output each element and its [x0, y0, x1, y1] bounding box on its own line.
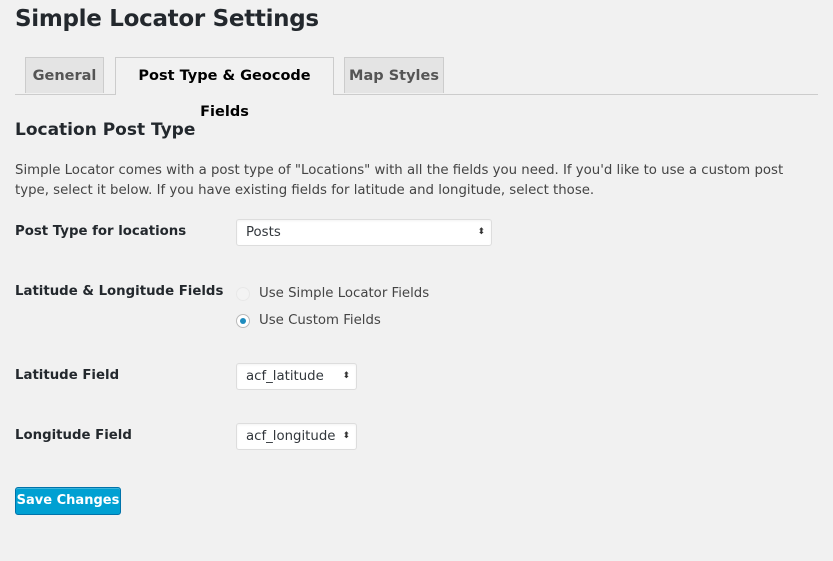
longitude-field-select[interactable]: acf_longitude ⬍ — [236, 423, 357, 450]
radio-label: Use Simple Locator Fields — [259, 286, 430, 301]
radio-use-simple-locator-fields[interactable]: Use Simple Locator Fields — [236, 286, 429, 301]
radio-button[interactable] — [236, 313, 250, 328]
longitude-field-value: acf_longitude — [246, 429, 336, 444]
latitude-field-select[interactable]: acf_latitude ⬍ — [236, 363, 357, 390]
post-type-select[interactable]: Posts ⬍ — [236, 219, 492, 246]
radio-use-custom-fields[interactable]: Use Custom Fields — [236, 313, 381, 328]
page-title: Simple Locator Settings — [15, 6, 319, 32]
tab-general[interactable]: General — [25, 57, 104, 93]
select-arrows-icon: ⬍ — [477, 227, 485, 237]
select-arrows-icon: ⬍ — [342, 431, 350, 441]
latitude-field-value: acf_latitude — [246, 369, 324, 384]
latlng-fields-label: Latitude & Longitude Fields — [15, 284, 224, 299]
longitude-field-label: Longitude Field — [15, 428, 132, 443]
section-description: Simple Locator comes with a post type of… — [15, 163, 784, 198]
latitude-field-label: Latitude Field — [15, 368, 120, 383]
save-changes-button[interactable]: Save Changes — [15, 487, 121, 515]
post-type-value: Posts — [246, 225, 281, 240]
post-type-label: Post Type for locations — [15, 224, 187, 239]
section-heading: Location Post Type — [15, 120, 196, 140]
radio-button[interactable] — [236, 286, 250, 301]
tab-map-styles[interactable]: Map Styles — [344, 57, 444, 93]
tab-post-type-geocode-fields[interactable]: Post Type & Geocode Fields — [115, 57, 334, 120]
radio-label: Use Custom Fields — [259, 313, 381, 328]
select-arrows-icon: ⬍ — [342, 371, 350, 381]
